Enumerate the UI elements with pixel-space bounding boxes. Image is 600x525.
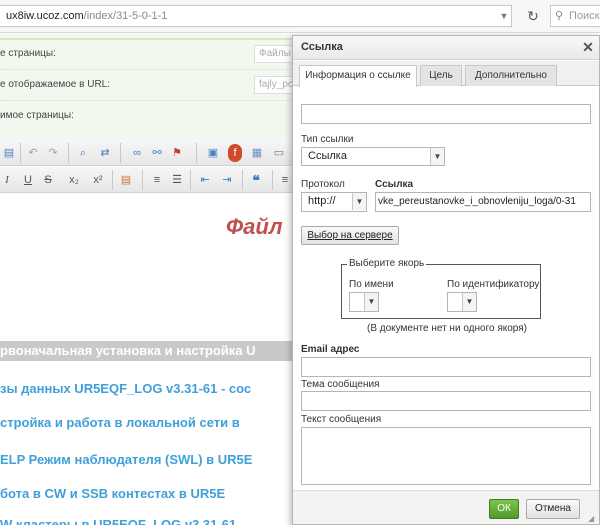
underline-icon[interactable]: U [22, 171, 34, 189]
undo-icon[interactable]: ↶ [26, 144, 40, 162]
url-host: ux8iw.ucoz.com [6, 10, 84, 22]
url-input[interactable]: vke_pereustanovke_i_obnovleniju_loga/0-3… [375, 192, 591, 212]
browser-toolbar: ux8iw.ucoz.com/index/31-5-0-1-1 ▼ ↻ ⚲ По… [0, 0, 600, 33]
italic-icon[interactable]: I [2, 171, 12, 189]
by-id-label: По идентификатору [447, 279, 540, 290]
numbered-list-icon[interactable]: ≡ [150, 171, 164, 189]
dialog-footer: ОК Отмена [293, 490, 599, 524]
anchor-flag-icon[interactable]: ⚑ [170, 144, 184, 162]
dialog-header[interactable]: Ссылка ✕ [293, 36, 599, 60]
unlink-icon[interactable]: ⚯ [150, 144, 164, 162]
content-link[interactable]: бота в CW и SSB контестах в UR5E [0, 486, 300, 501]
url-path: /index/31-5-0-1-1 [83, 10, 168, 22]
dialog-body: Тип ссылки Ссылка ▼ Протокол Ссылка http… [293, 87, 599, 490]
horizontal-rule-icon[interactable]: ▭ [272, 144, 286, 162]
indent-icon[interactable]: ⇥ [220, 171, 234, 189]
form-label-title: е страницы: [0, 48, 56, 59]
dialog-tabs: Информация о ссылке Цель Дополнительно [293, 61, 599, 87]
link-icon[interactable]: ∞ [130, 144, 144, 162]
content-heading: Файл [226, 214, 283, 239]
content-link[interactable]: стройка и работа в локальной сети в [0, 415, 300, 430]
close-icon[interactable]: ✕ [581, 39, 595, 55]
remove-format-icon[interactable]: ▤ [118, 171, 134, 189]
display-text-field[interactable] [301, 104, 591, 124]
protocol-label: Протокол [301, 179, 345, 190]
toolbar-separator [120, 143, 121, 163]
toolbar-separator [142, 170, 143, 190]
paste-icon[interactable]: ▤ [2, 144, 16, 162]
url-label: Ссылка [375, 179, 414, 190]
toolbar-separator [196, 143, 197, 163]
tab-link-info[interactable]: Информация о ссылке [299, 65, 417, 87]
protocol-value: http:// [308, 195, 336, 207]
anchor-by-name-select[interactable]: ▼ [349, 292, 379, 312]
url-dropdown-icon[interactable]: ▼ [496, 5, 512, 27]
toolbar-separator [20, 143, 21, 163]
toolbar-separator [272, 170, 273, 190]
no-anchors-note: (В документе нет ни одного якоря) [367, 323, 527, 334]
link-type-value: Ссылка [308, 150, 347, 162]
outdent-icon[interactable]: ⇤ [198, 171, 212, 189]
bulleted-list-icon[interactable]: ☰ [170, 171, 184, 189]
content-link[interactable]: ELP Режим наблюдателя (SWL) в UR5E [0, 452, 300, 467]
chevron-down-icon: ▼ [352, 193, 366, 210]
email-label: Email адрес [301, 344, 360, 355]
image-icon[interactable]: ▣ [206, 144, 220, 162]
blockquote-icon[interactable]: ❝ [248, 171, 264, 189]
search-placeholder: Поиск [569, 10, 600, 22]
link-type-select[interactable]: Ссылка ▼ [301, 147, 445, 166]
message-label: Текст сообщения [301, 414, 382, 425]
flash-icon[interactable]: f [228, 144, 242, 162]
toolbar-separator [112, 170, 113, 190]
content-link[interactable]: зы данных UR5EQF_LOG v3.31-61 - сос [0, 381, 300, 396]
ok-button[interactable]: ОК [489, 499, 519, 519]
cancel-button[interactable]: Отмена [526, 499, 580, 519]
search-icon: ⚲ [555, 10, 564, 22]
link-type-label: Тип ссылки [301, 134, 354, 145]
dialog-title: Ссылка [301, 41, 343, 53]
toolbar-separator [242, 170, 243, 190]
anchor-by-id-select[interactable]: ▼ [447, 292, 477, 312]
form-label-content: имое страницы: [0, 110, 74, 121]
chevron-down-icon: ▼ [430, 148, 444, 165]
redo-icon[interactable]: ↷ [46, 144, 60, 162]
toolbar-separator [190, 170, 191, 190]
subject-label: Тема сообщения [301, 379, 380, 390]
find-icon[interactable]: ⌕ [76, 144, 90, 162]
browse-server-button[interactable]: Выбор на сервере [301, 226, 399, 245]
replace-icon[interactable]: ⇄ [98, 144, 112, 162]
content-link[interactable]: W кластеры в UR5EQF_LOG v3.31-61 [0, 517, 300, 525]
protocol-select[interactable]: http:// ▼ [301, 192, 367, 212]
chevron-down-icon: ▼ [462, 293, 476, 311]
tab-advanced[interactable]: Дополнительно [465, 65, 557, 86]
link-dialog: Ссылка ✕ Информация о ссылке Цель Дополн… [292, 35, 600, 525]
table-icon[interactable]: ▦ [250, 144, 264, 162]
email-field[interactable] [301, 357, 591, 377]
message-textarea[interactable] [301, 427, 591, 485]
strikethrough-icon[interactable]: S [42, 171, 54, 189]
tab-target[interactable]: Цель [420, 65, 462, 86]
chevron-down-icon: ▼ [364, 293, 378, 311]
superscript-icon[interactable]: x² [90, 171, 106, 189]
subscript-icon[interactable]: x₂ [66, 171, 82, 189]
subject-field[interactable] [301, 391, 591, 411]
form-label-url: е отображаемое в URL: [0, 79, 111, 90]
align-left-icon[interactable]: ≡ [278, 171, 292, 189]
toolbar-separator [68, 143, 69, 163]
anchor-legend: Выберите якорь [347, 258, 427, 269]
by-name-label: По имени [349, 279, 394, 290]
resize-grip-icon[interactable]: ◢ [588, 514, 598, 524]
browser-search-input[interactable]: ⚲ Поиск [550, 5, 600, 27]
content-line-highlighted: рвоначальная установка и настройка U [0, 341, 300, 361]
address-bar[interactable]: ux8iw.ucoz.com/index/31-5-0-1-1 [0, 5, 512, 27]
reload-icon[interactable]: ↻ [521, 5, 545, 27]
